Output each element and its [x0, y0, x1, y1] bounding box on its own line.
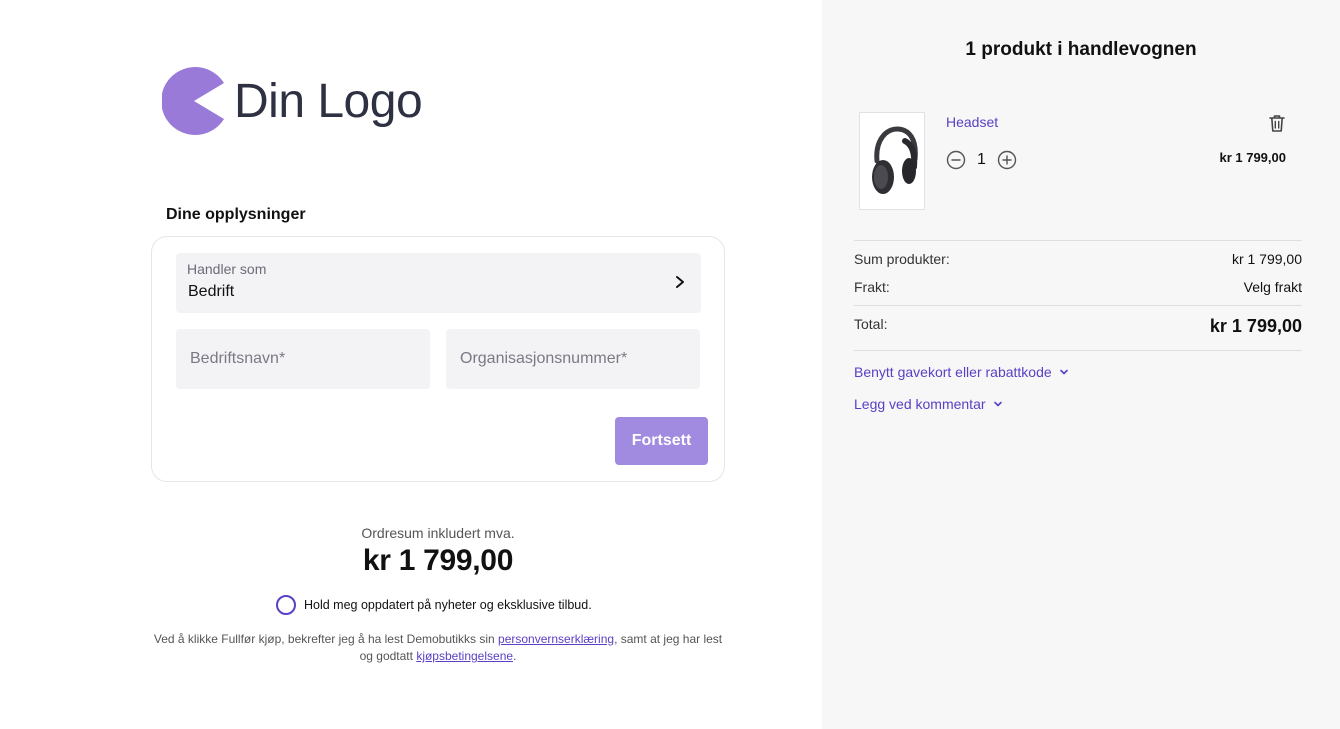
org-number-input[interactable]	[446, 329, 700, 389]
order-sum-label: Ordresum inkludert mva.	[361, 525, 515, 541]
divider	[854, 305, 1302, 306]
shipping-value: Velg frakt	[1243, 279, 1302, 295]
chevron-right-icon	[676, 276, 684, 288]
logo-text: Din Logo	[234, 74, 423, 128]
shipping-row: Frakt: Velg frakt	[854, 279, 1302, 295]
trade-as-label: Handler som	[187, 261, 267, 277]
headphones-image-icon	[872, 126, 918, 194]
chevron-down-icon	[993, 401, 1002, 407]
total-label: Total:	[854, 316, 888, 332]
cart-panel: 1 produkt i handlevognen Headset 1 kr 1 …	[822, 0, 1340, 729]
divider	[854, 350, 1302, 351]
sum-products-value: kr 1 799,00	[1231, 251, 1302, 267]
divider	[854, 240, 1302, 241]
quantity-value: 1	[977, 151, 986, 168]
line-item-price: kr 1 799,00	[1219, 150, 1286, 165]
newsletter-label: Hold meg oppdatert på nyheter og eksklus…	[304, 598, 592, 612]
cart-title: 1 produkt i handlevognen	[965, 39, 1197, 60]
gift-card-toggle[interactable]: Benytt gavekort eller rabattkode	[854, 364, 1070, 380]
product-image	[859, 112, 925, 210]
sum-products-label: Sum produkter:	[854, 251, 950, 267]
newsletter-option[interactable]: Hold meg oppdatert på nyheter og eksklus…	[276, 595, 592, 615]
checkout-form-panel: Din Logo Dine opplysninger Handler som B…	[0, 0, 822, 729]
pacman-logo-icon	[162, 67, 224, 135]
terms-text-after: .	[513, 649, 517, 663]
section-title: Dine opplysninger	[166, 206, 306, 223]
comment-toggle[interactable]: Legg ved kommentar	[854, 396, 1004, 412]
trash-icon[interactable]	[1268, 113, 1286, 133]
terms-text: Ved å klikke Fullfør kjøp, bekrefter jeg…	[150, 631, 726, 665]
terms-text-before: Ved å klikke Fullfør kjøp, bekrefter jeg…	[153, 632, 499, 646]
shipping-label: Frakt:	[854, 279, 890, 295]
product-name-link[interactable]: Headset	[946, 114, 998, 130]
gift-card-link[interactable]: Benytt gavekort eller rabattkode	[854, 364, 1052, 380]
total-value: kr 1 799,00	[1209, 316, 1302, 336]
sum-products-row: Sum produkter: kr 1 799,00	[854, 251, 1302, 267]
comment-link[interactable]: Legg ved kommentar	[854, 396, 986, 412]
total-row: Total: kr 1 799,00	[854, 316, 1302, 337]
brand-logo: Din Logo	[162, 66, 423, 136]
chevron-down-icon	[1059, 369, 1068, 375]
trade-as-value: Bedrift	[188, 283, 235, 300]
increase-quantity-icon[interactable]	[997, 150, 1017, 170]
purchase-terms-link[interactable]: kjøpsbetingelsene	[416, 649, 513, 663]
decrease-quantity-icon[interactable]	[946, 150, 966, 170]
company-name-input[interactable]	[176, 329, 430, 389]
trade-as-select[interactable]: Handler som Bedrift	[176, 253, 701, 313]
order-sum-value: kr 1 799,00	[362, 544, 514, 577]
privacy-policy-link[interactable]: personvernserklæring	[498, 632, 614, 646]
newsletter-radio[interactable]	[276, 595, 296, 615]
continue-button[interactable]: Fortsett	[615, 417, 708, 465]
customer-info-card: Handler som Bedrift Fortsett	[151, 236, 725, 482]
